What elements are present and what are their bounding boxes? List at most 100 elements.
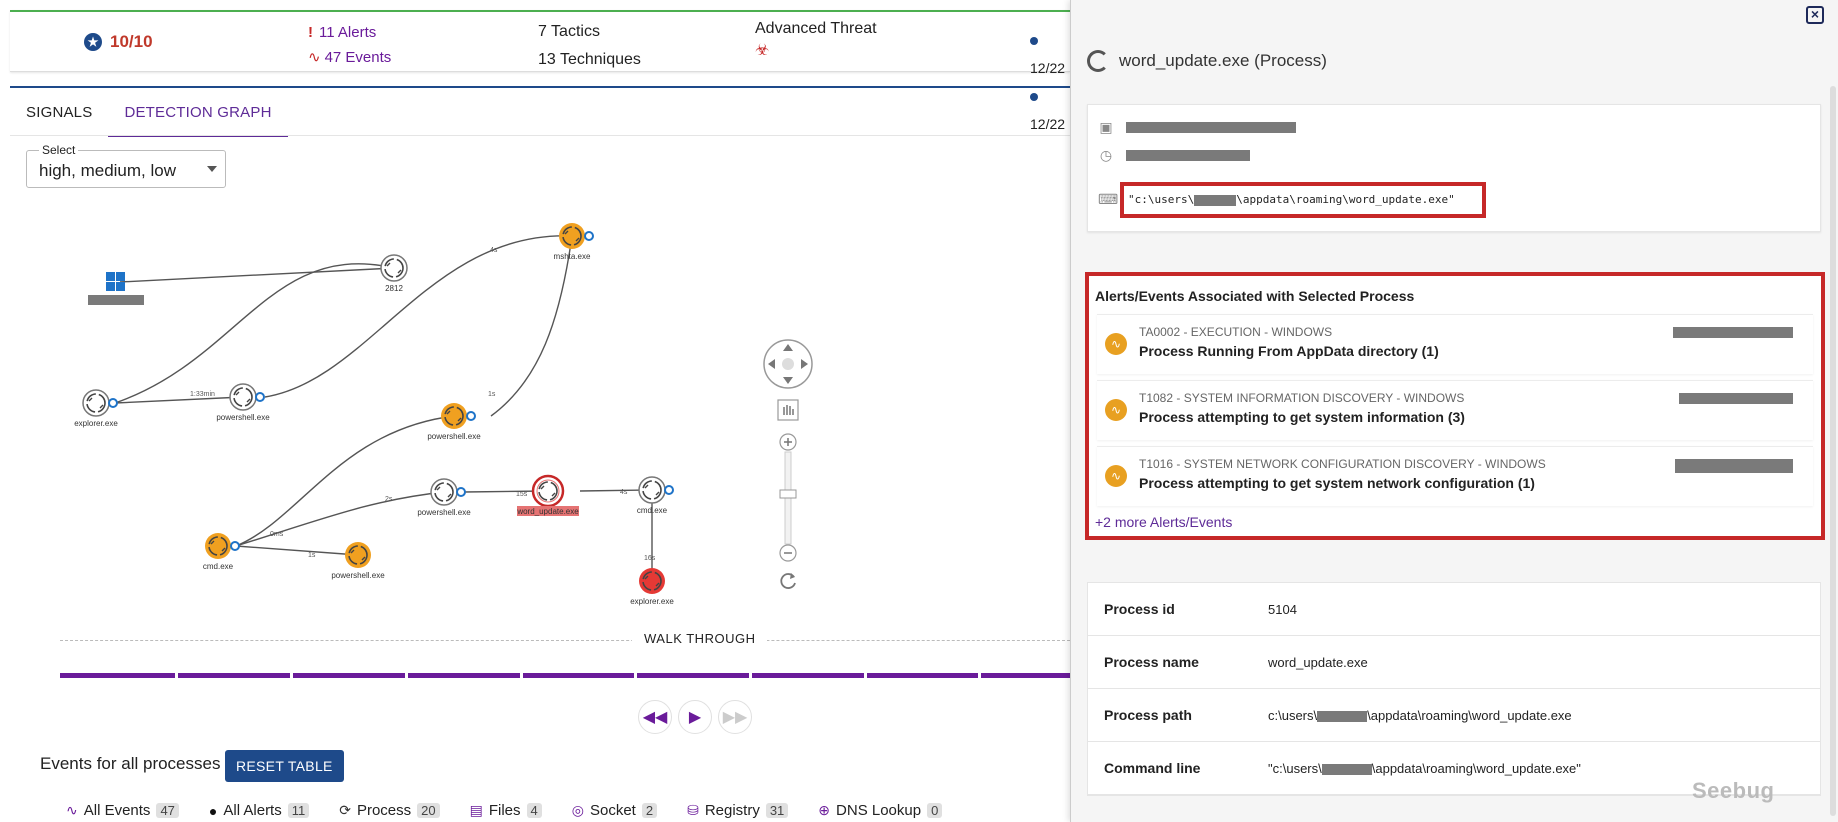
tab-detection-graph[interactable]: DETECTION GRAPH (108, 96, 288, 137)
panel-title-text: word_update.exe (Process) (1119, 51, 1327, 70)
process-details-panel: × word_update.exe (Process) ▣ ◷ ⌨ "c:\us… (1070, 0, 1838, 822)
pan-control[interactable] (763, 339, 813, 389)
alert-message: Process Running From AppData directory (… (1139, 343, 1439, 359)
process-properties-table: Process id 5104 Process name word_update… (1087, 582, 1821, 796)
caret-down-icon (207, 166, 217, 172)
alert-message: Process attempting to get system network… (1139, 475, 1535, 491)
more-alerts-link[interactable]: +2 more Alerts/Events (1095, 514, 1232, 530)
node-label: explorer.exe (74, 419, 118, 428)
threat-type: Advanced Threat ☣ (755, 20, 877, 60)
events-count[interactable]: 47 Events (325, 49, 392, 66)
redacted-username (1321, 763, 1372, 775)
redacted-alert-time (1673, 327, 1793, 338)
pulse-icon: ∿ (1105, 333, 1127, 355)
graph-node-powershell[interactable]: powershell.exe (331, 542, 385, 580)
close-icon[interactable]: × (1806, 6, 1824, 24)
prop-row-pid: Process id 5104 (1088, 583, 1820, 636)
timeline-tick[interactable] (978, 673, 981, 678)
timeline-track[interactable] (60, 673, 1070, 678)
alert-item[interactable]: ∿ TA0002 - EXECUTION - WINDOWS Process R… (1097, 314, 1813, 374)
node-label: powershell.exe (417, 508, 471, 517)
graph-node-mshta[interactable]: mshta.exe (554, 223, 594, 261)
graph-node-2812[interactable]: 2812 (380, 254, 408, 293)
zoom-in-icon[interactable] (779, 433, 797, 451)
timeline-dot-icon (1030, 93, 1038, 101)
tab-signals[interactable]: SIGNALS (10, 96, 108, 137)
node-label: cmd.exe (637, 506, 668, 515)
timeline-tick[interactable] (520, 673, 523, 678)
graph-node-powershell[interactable]: powershell.exe (216, 383, 270, 422)
cmdline-suffix: \appdata\roaming\word_update.exe" (1371, 760, 1581, 776)
node-label: 2812 (385, 284, 403, 293)
fast-forward-button[interactable]: ▶▶ (718, 700, 752, 734)
timeline-dot-icon (1030, 37, 1038, 45)
walkthrough-divider (60, 640, 1070, 641)
node-label: cmd.exe (203, 562, 234, 571)
windows-icon (116, 272, 125, 281)
panel-scrollbar[interactable] (1830, 86, 1836, 816)
zoom-slider-handle[interactable] (779, 489, 797, 499)
threat-type-label: Advanced Threat (755, 20, 877, 37)
prop-value: c:\users\ \appdata\roaming\word_update.ex… (1268, 708, 1572, 723)
edge-label: 1s (308, 552, 316, 559)
filter-all-events[interactable]: ∿ All Events 47 (66, 802, 179, 819)
detection-graph[interactable]: 1:33min 4s 1s 0ms 2s 1s 15s 4s 16s 2812 … (40, 200, 1070, 630)
play-button[interactable]: ▶ (678, 700, 712, 734)
windows-icon (116, 282, 125, 291)
hand-tool-icon[interactable] (777, 399, 799, 421)
associated-alerts-box: Alerts/Events Associated with Selected P… (1085, 272, 1825, 540)
graph-node-powershell[interactable]: powershell.exe (417, 478, 471, 517)
redacted-timestamp (1126, 149, 1250, 161)
reset-view-icon[interactable] (780, 573, 796, 589)
biohazard-icon: ☣ (755, 42, 770, 59)
threat-score: ★ 10/10 (84, 32, 153, 52)
graph-node-cmd[interactable]: cmd.exe (637, 476, 674, 515)
graph-edge (114, 263, 395, 404)
pulse-icon: ∿ (308, 49, 321, 66)
filter-label: All Events (83, 802, 151, 819)
panel-title: word_update.exe (Process) (1087, 50, 1327, 72)
timeline-tick[interactable] (749, 673, 752, 678)
filter-registry[interactable]: ⛁ Registry 31 (687, 802, 789, 819)
filter-all-alerts[interactable]: ● All Alerts 11 (209, 802, 310, 819)
filter-dns-lookup[interactable]: ⊕ DNS Lookup 0 (818, 802, 943, 819)
windows-icon (106, 272, 115, 281)
graph-node-powershell[interactable]: powershell.exe (427, 403, 481, 441)
alert-item[interactable]: ∿ T1082 - SYSTEM INFORMATION DISCOVERY -… (1097, 380, 1813, 440)
timeline-tick[interactable] (864, 673, 867, 678)
redacted-username (1194, 194, 1237, 206)
alerts-count[interactable]: 11 Alerts (319, 24, 376, 41)
severity-select-label: Select (39, 143, 79, 157)
file-icon: ▤ (469, 802, 483, 818)
timeline-tick[interactable] (634, 673, 637, 678)
severity-select[interactable]: Select high, medium, low (26, 143, 226, 188)
zoom-out-icon[interactable] (779, 544, 797, 562)
graph-edge (264, 235, 573, 398)
alert-item[interactable]: ∿ T1016 - SYSTEM NETWORK CONFIGURATION D… (1097, 446, 1813, 506)
timeline-tick[interactable] (405, 673, 408, 678)
process-info-card: ▣ ◷ ⌨ "c:\users\ \appdata\roaming\word_up… (1087, 104, 1821, 232)
reset-table-button[interactable]: RESET TABLE (225, 750, 344, 782)
host-node[interactable] (88, 272, 144, 305)
pulse-icon: ∿ (1105, 465, 1127, 487)
filter-socket[interactable]: ◎ Socket 2 (572, 802, 658, 819)
timeline-tick[interactable] (290, 673, 293, 678)
timeline-tick[interactable] (175, 673, 178, 678)
redacted-alert-time (1679, 393, 1793, 404)
graph-node-cmd[interactable]: cmd.exe (203, 533, 240, 571)
graph-node-explorer[interactable]: explorer.exe (74, 389, 118, 428)
filter-label: Process (356, 802, 412, 819)
filter-label: Files (488, 802, 521, 819)
rewind-button[interactable]: ◀◀ (638, 700, 672, 734)
filter-files[interactable]: ▤ Files 4 (470, 802, 542, 819)
graph-node-explorer[interactable]: explorer.exe (630, 568, 674, 606)
prop-key: Process name (1104, 654, 1199, 670)
prop-value: word_update.exe (1268, 654, 1368, 670)
severity-select-value: high, medium, low (39, 161, 177, 180)
filter-process[interactable]: ⟳ Process 20 (339, 802, 440, 819)
tabs-divider (10, 135, 1070, 136)
tactics-summary: 7 Tactics 13 Techniques (538, 18, 641, 74)
playback-controls: ◀◀ ▶ ▶▶ (638, 700, 752, 734)
redacted-hostname (88, 295, 144, 305)
node-label: word_update.exe (516, 507, 579, 516)
